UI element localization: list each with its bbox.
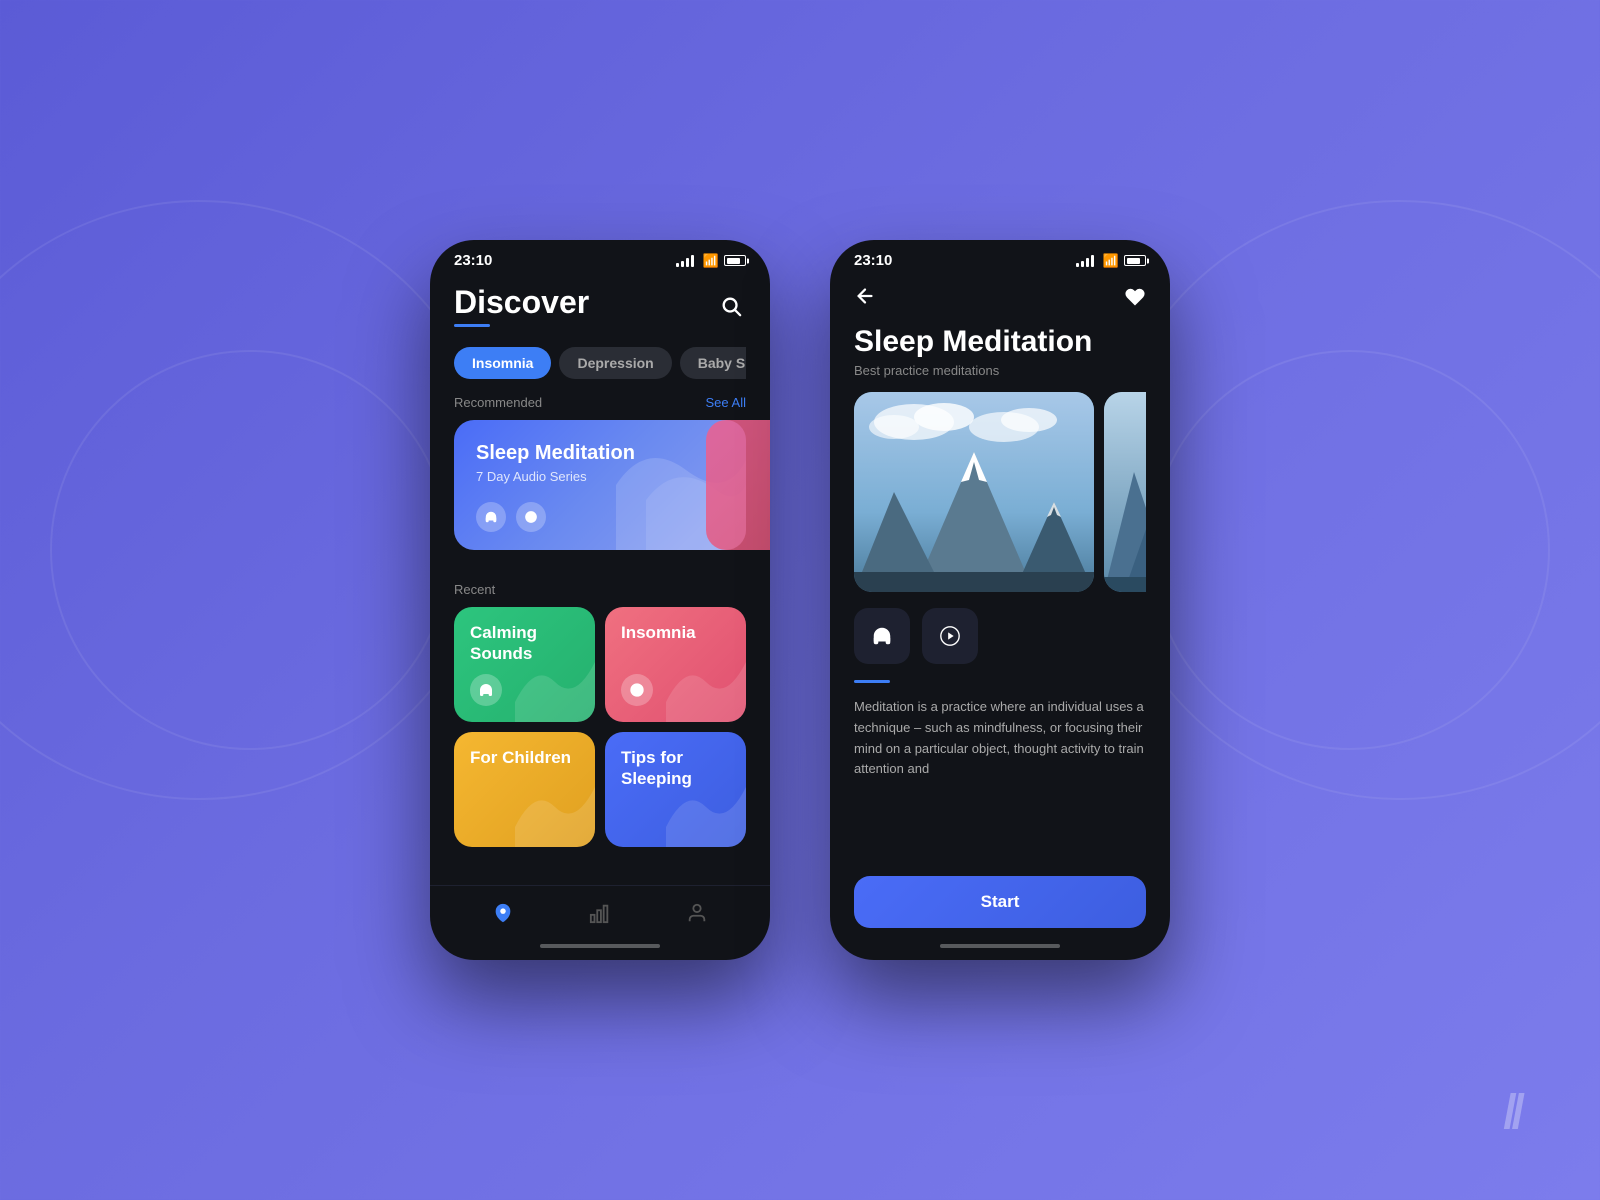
- nav-profile[interactable]: [678, 898, 716, 928]
- phone-1-content: Discover Insomnia Depression Baby Sleep: [430, 277, 770, 885]
- phones-container: 23:10 📶 Discover: [430, 240, 1170, 960]
- recommended-label: Recommended: [454, 395, 542, 410]
- phone-2-content: Sleep Meditation Best practice meditatio…: [830, 277, 1170, 864]
- audio-button[interactable]: [854, 608, 910, 664]
- signal-icon: [676, 255, 694, 267]
- recent-card-title: Calming Sounds: [470, 623, 579, 664]
- status-time-1: 23:10: [454, 252, 492, 269]
- featured-card-container: Sleep Meditation 7 Day Audio Series: [454, 420, 746, 566]
- filter-tab-insomnia[interactable]: Insomnia: [454, 347, 551, 379]
- nav-stats[interactable]: [581, 898, 619, 928]
- home-indicator-1: [540, 944, 660, 948]
- recent-card-film-icon: [621, 674, 653, 706]
- headphones-icon: [476, 502, 506, 532]
- discover-header: Discover: [454, 285, 746, 343]
- recommended-section-header: Recommended See All: [454, 395, 746, 410]
- home-indicator-2: [940, 944, 1060, 948]
- media-card-2[interactable]: [1104, 392, 1146, 592]
- see-all-button[interactable]: See All: [706, 395, 746, 410]
- status-time-2: 23:10: [854, 252, 892, 269]
- featured-card[interactable]: Sleep Meditation 7 Day Audio Series: [454, 420, 746, 550]
- signal-icon-2: [1076, 255, 1094, 267]
- recent-card-for-children[interactable]: For Children: [454, 732, 595, 847]
- media-carousel: [854, 392, 1146, 592]
- featured-card-title: Sleep Meditation: [476, 442, 724, 465]
- recent-card-calming-sounds[interactable]: Calming Sounds: [454, 607, 595, 722]
- recent-section-header: Recent: [454, 582, 746, 597]
- wifi-icon-2: 📶: [1103, 253, 1119, 269]
- bottom-nav: [430, 885, 770, 936]
- bg-decoration-2: [50, 350, 450, 750]
- media-card-1[interactable]: [854, 392, 1094, 592]
- start-button[interactable]: Start: [854, 876, 1146, 928]
- recent-card-headphones-icon: [470, 674, 502, 706]
- wifi-icon: 📶: [703, 253, 719, 269]
- page-title: Discover: [454, 285, 589, 320]
- bg-decoration-4: [1150, 350, 1550, 750]
- filter-tabs: Insomnia Depression Baby Sleep: [454, 347, 746, 379]
- detail-subtitle: Best practice meditations: [854, 363, 1146, 378]
- status-icons-1: 📶: [676, 253, 746, 269]
- phone-1: 23:10 📶 Discover: [430, 240, 770, 960]
- favorite-button[interactable]: [1124, 286, 1146, 313]
- recent-card-title: For Children: [470, 748, 579, 768]
- recent-card-tips-sleeping[interactable]: Tips for Sleeping: [605, 732, 746, 847]
- recent-grid: Calming Sounds Insomnia: [454, 607, 746, 847]
- bg-decoration-3: [1100, 200, 1600, 800]
- featured-card-icons: [476, 502, 546, 532]
- featured-card-pink: [706, 420, 770, 550]
- recent-card-title: Insomnia: [621, 623, 730, 643]
- status-bar-1: 23:10 📶: [430, 240, 770, 277]
- recent-card-title: Tips for Sleeping: [621, 748, 730, 789]
- nav-discover[interactable]: [484, 898, 522, 928]
- filter-tab-babysleep[interactable]: Baby Sleep: [680, 347, 746, 379]
- media-buttons: [854, 608, 1146, 664]
- screen2-nav-header: [854, 285, 1146, 313]
- status-icons-2: 📶: [1076, 253, 1146, 269]
- phone-2: 23:10 📶: [830, 240, 1170, 960]
- back-button[interactable]: [854, 285, 876, 313]
- section-divider: [854, 680, 890, 683]
- search-button[interactable]: [716, 291, 746, 324]
- filter-tab-depression[interactable]: Depression: [559, 347, 671, 379]
- title-underline: [454, 324, 490, 327]
- featured-card-subtitle: 7 Day Audio Series: [476, 469, 724, 484]
- bg-decoration-1: [0, 200, 500, 800]
- status-bar-2: 23:10 📶: [830, 240, 1170, 277]
- video-button[interactable]: [922, 608, 978, 664]
- recent-label: Recent: [454, 582, 495, 597]
- battery-icon-2: [1124, 255, 1146, 266]
- slash-decoration: //: [1503, 1085, 1520, 1140]
- film-icon: [516, 502, 546, 532]
- battery-icon: [724, 255, 746, 266]
- recent-card-insomnia[interactable]: Insomnia: [605, 607, 746, 722]
- description-text: Meditation is a practice where an indivi…: [854, 697, 1146, 780]
- detail-title: Sleep Meditation: [854, 325, 1146, 359]
